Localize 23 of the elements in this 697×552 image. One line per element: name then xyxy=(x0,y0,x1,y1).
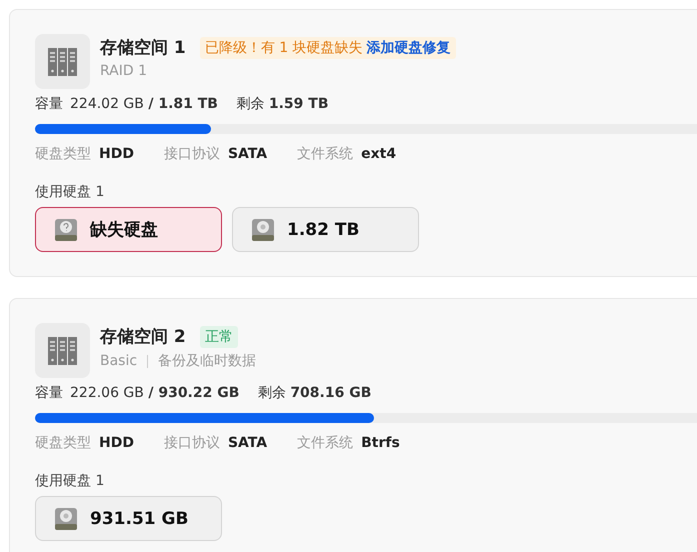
storage-title: 存储空间 2 xyxy=(100,326,186,348)
server-icon xyxy=(48,334,78,366)
disks-label: 使用硬盘 1 xyxy=(35,472,106,490)
server-icon xyxy=(48,46,78,78)
storage-subtitle: 备份及临时数据 xyxy=(158,352,256,370)
info-item: 硬盘类型 HDD xyxy=(35,145,134,163)
info-item: 文件系统 Btrfs xyxy=(297,434,400,452)
capacity-text: 容量 224.02 GB / 1.81 TB 剩余 1.59 TB xyxy=(35,95,330,113)
info-item: 接口协议 SATA xyxy=(164,434,268,452)
status-text: 正常 xyxy=(204,328,233,346)
storage-subtitle: Basic xyxy=(100,353,138,369)
info-item: 接口协议 SATA xyxy=(164,145,268,163)
storage-subtitle: RAID 1 xyxy=(100,63,148,79)
repair-link[interactable]: 添加硬盘修复 xyxy=(366,38,451,56)
status-text: 已降级！有 1 块硬盘缺失 xyxy=(204,38,363,56)
disks-label: 使用硬盘 1 xyxy=(35,183,106,201)
storage-title: 存储空间 1 xyxy=(100,37,186,59)
disk-button[interactable]: 1.82 TB xyxy=(232,207,419,252)
capacity-text: 容量 222.06 GB / 930.22 GB 剩余 708.16 GB xyxy=(35,384,372,402)
info-item: 文件系统 ext4 xyxy=(297,145,396,163)
disk-button[interactable]: 931.51 GB xyxy=(35,496,222,541)
info-item: 硬盘类型 HDD xyxy=(35,434,134,452)
disk-button[interactable]: 缺失硬盘 xyxy=(35,207,222,252)
